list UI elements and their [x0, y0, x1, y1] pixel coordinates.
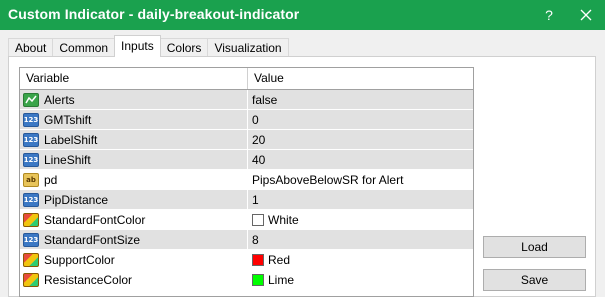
tab-common[interactable]: Common	[52, 38, 116, 57]
variable-value[interactable]: 1	[252, 193, 259, 207]
table-row[interactable]: ab pd PipsAboveBelowSR for Alert	[20, 170, 473, 190]
table-row[interactable]: 123 GMTshift 0	[20, 110, 473, 130]
bool-icon	[23, 92, 39, 107]
variable-value[interactable]: PipsAboveBelowSR for Alert	[252, 173, 403, 187]
table-row[interactable]: ResistanceColor Lime	[20, 270, 473, 290]
variable-value[interactable]: Lime	[268, 273, 294, 287]
table-row[interactable]: StandardFontColor White	[20, 210, 473, 230]
variable-name: LabelShift	[44, 132, 98, 147]
tab-visualization[interactable]: Visualization	[207, 38, 289, 57]
variable-value[interactable]: false	[252, 93, 277, 107]
variable-name: StandardFontColor	[44, 212, 146, 227]
string-icon: ab	[23, 172, 39, 187]
int-icon: 123	[23, 112, 39, 127]
column-header-value[interactable]: Value	[248, 68, 473, 89]
table-row[interactable]: 123 LineShift 40	[20, 150, 473, 170]
variable-value[interactable]: Red	[268, 253, 290, 267]
close-button[interactable]	[566, 0, 605, 30]
help-button[interactable]: ?	[537, 0, 561, 30]
variable-name: ResistanceColor	[44, 272, 133, 287]
variable-value[interactable]: 40	[252, 153, 265, 167]
int-icon: 123	[23, 232, 39, 247]
table-row[interactable]: SupportColor Red	[20, 250, 473, 270]
tab-colors[interactable]: Colors	[159, 38, 209, 57]
color-swatch	[252, 213, 264, 226]
variable-name: PipDistance	[44, 192, 109, 207]
variable-value[interactable]: 0	[252, 113, 259, 127]
variable-name: LineShift	[44, 152, 91, 167]
table-row[interactable]: 123 PipDistance 1	[20, 190, 473, 210]
int-icon: 123	[23, 132, 39, 147]
color-icon	[23, 272, 39, 287]
variable-value[interactable]: 20	[252, 133, 265, 147]
variable-value[interactable]: 8	[252, 233, 259, 247]
variable-name: SupportColor	[44, 252, 115, 267]
int-icon: 123	[23, 152, 39, 167]
table-row[interactable]: 123 StandardFontSize 8	[20, 230, 473, 250]
table-row[interactable]: Alerts false	[20, 90, 473, 110]
variable-name: StandardFontSize	[44, 232, 141, 247]
color-swatch	[252, 253, 264, 266]
tab-strip: About Common Inputs Colors Visualization	[8, 35, 289, 57]
variable-value[interactable]: White	[268, 213, 299, 227]
color-swatch	[252, 273, 264, 286]
tab-about[interactable]: About	[8, 38, 54, 57]
variable-name: Alerts	[44, 92, 75, 107]
variable-name: GMTshift	[44, 112, 92, 127]
grid-header: Variable Value	[20, 68, 473, 90]
tab-inputs[interactable]: Inputs	[114, 35, 161, 57]
inputs-grid: Variable Value Alerts false 123 GMTshift…	[19, 67, 474, 297]
color-icon	[23, 212, 39, 227]
variable-name: pd	[44, 172, 58, 187]
title-bar: Custom Indicator - daily-breakout-indica…	[0, 0, 605, 30]
close-icon	[580, 9, 591, 21]
int-icon: 123	[23, 192, 39, 207]
save-button[interactable]: Save	[483, 269, 586, 291]
column-header-variable[interactable]: Variable	[20, 68, 248, 89]
color-icon	[23, 252, 39, 267]
window-title: Custom Indicator - daily-breakout-indica…	[8, 6, 300, 22]
load-button[interactable]: Load	[483, 236, 586, 258]
table-row[interactable]: 123 LabelShift 20	[20, 130, 473, 150]
